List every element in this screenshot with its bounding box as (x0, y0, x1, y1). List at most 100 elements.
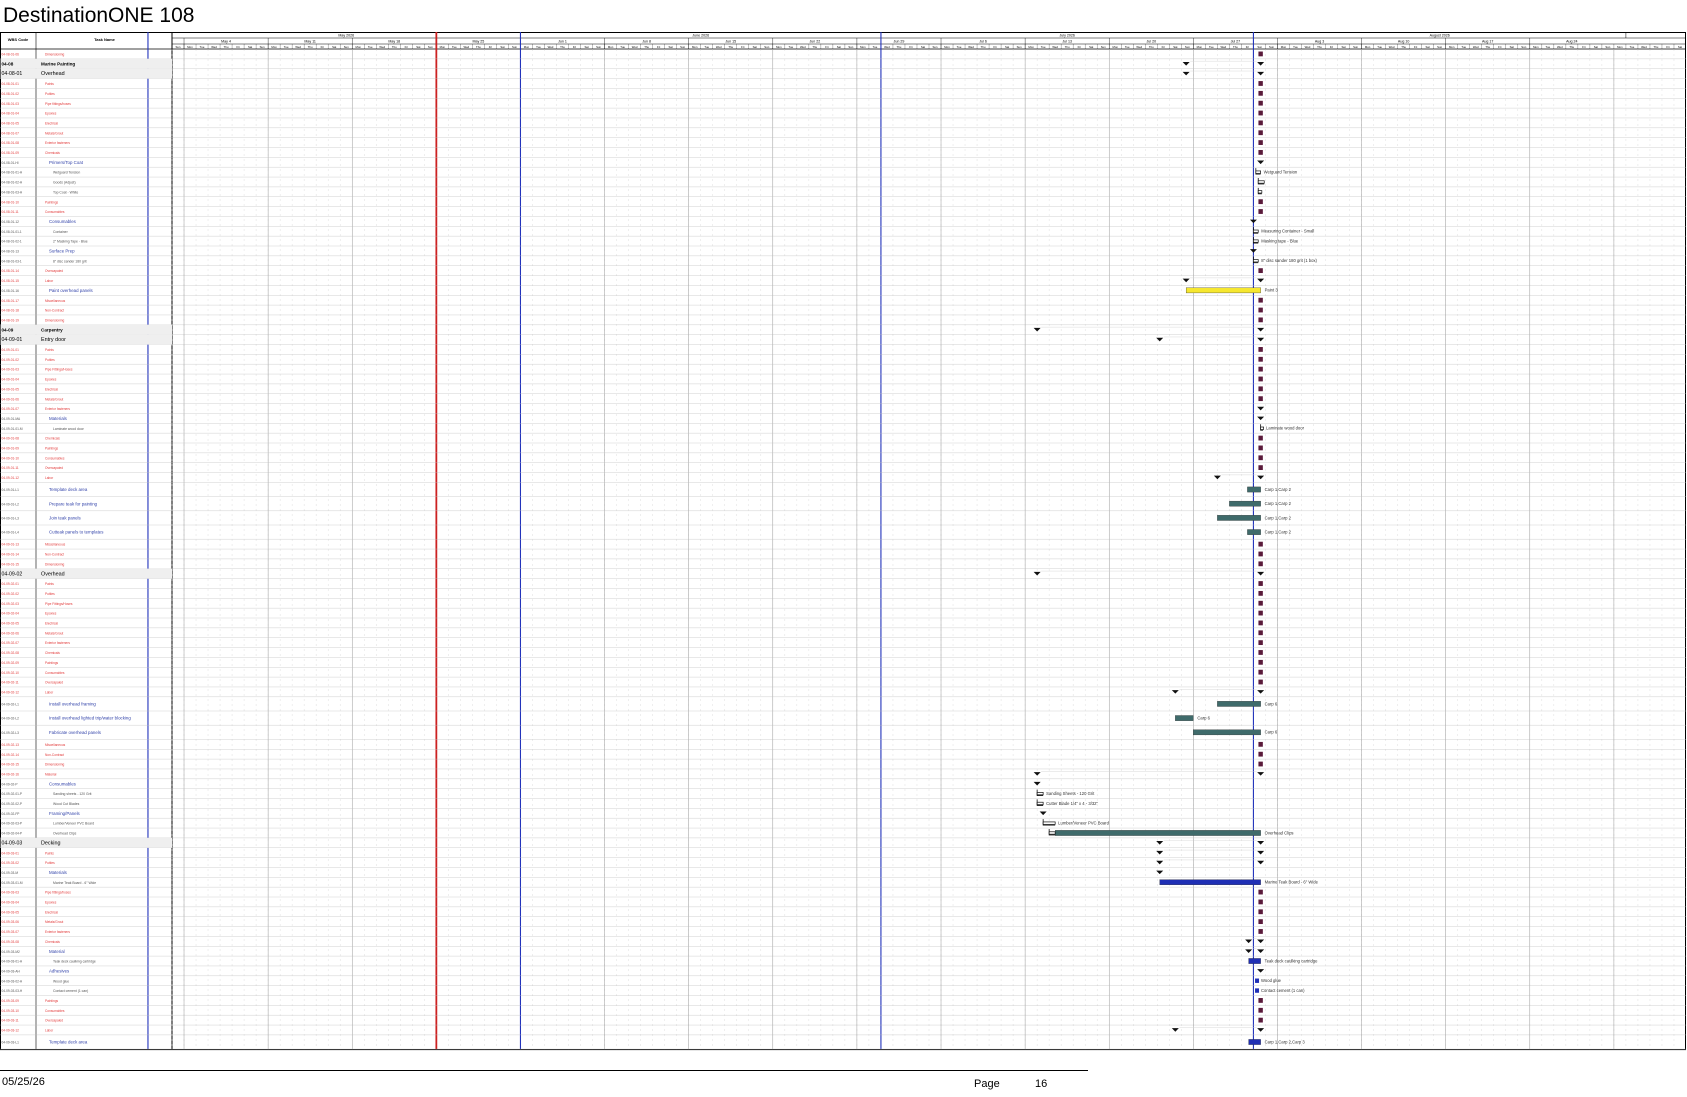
row-wbs-code: 04-09-03-03 (2, 891, 20, 895)
milestone-marker (1258, 929, 1263, 934)
day-label: Fri (657, 45, 661, 49)
row-task-name: Overcapaied (45, 1019, 63, 1023)
row-wbs-code: 04-09-02-L3 (2, 731, 20, 735)
day-label: Mon (1533, 45, 1539, 49)
row-wbs-code: 04-09-01-01 (2, 348, 20, 352)
row-wbs-code: 04-09-01-04 (2, 378, 20, 382)
row-task-name: Overcapaied (45, 681, 63, 685)
row-wbs-code: 04-09-01-13 (2, 543, 20, 547)
document-title: DestinationONE 108 (3, 4, 195, 27)
row-wbs-code: 04-09-03-AH (2, 969, 21, 973)
milestone-marker (1258, 1017, 1263, 1023)
day-label: Sat (1510, 45, 1514, 49)
day-label: Sat (1257, 45, 1261, 49)
row-task-name: Consumables (49, 781, 77, 786)
week-label-4: Jun 1 (558, 40, 567, 44)
row-task-name: Dimensioning (45, 318, 65, 322)
row-wbs-code: 04-09-03-08 (2, 940, 20, 944)
task-bar (1248, 1039, 1261, 1045)
day-label: Wed (1052, 45, 1058, 49)
milestone-marker (1258, 455, 1263, 461)
row-wbs-code: 04-09-02 (2, 571, 23, 577)
row-task-name: Paintings (45, 661, 59, 665)
row-wbs-code: 04-09-03-M2 (2, 950, 20, 954)
milestone-marker (1258, 376, 1263, 382)
day-label: Wed (379, 45, 385, 49)
milestone-marker (1258, 679, 1263, 685)
summary-marker (1171, 1028, 1179, 1032)
milestone-marker (1258, 366, 1263, 372)
day-label: Mon (440, 45, 446, 49)
task-column-header: Task Name (94, 37, 116, 42)
day-label: Tue (1209, 45, 1214, 49)
day-label: Sat (416, 45, 420, 49)
row-wbs-code: 04-09-01-11 (2, 466, 19, 470)
day-label: Sun (1605, 45, 1610, 49)
row-wbs-code: 04-09-02-01-P (2, 792, 23, 796)
summary-marker (1249, 249, 1257, 253)
bar-resource-label: Lumber/Veneer PVC Board (1058, 821, 1109, 826)
task-bar (1247, 529, 1261, 535)
summary-marker (1257, 860, 1265, 865)
footer-divider (0, 1070, 1088, 1071)
week-label-14: Aug 10 (1398, 40, 1409, 44)
row-wbs-code: 04-08-01-14 (2, 269, 20, 273)
summary-marker (1171, 690, 1179, 694)
row-wbs-code: 04-09-01-01-M (2, 427, 23, 431)
bar-resource-label: Carp 6 (1265, 701, 1278, 706)
day-label: Thu (1233, 45, 1238, 49)
row-wbs-code: 04-09-02-07 (2, 641, 20, 645)
week-label-2: May 18 (388, 40, 400, 44)
milestone-marker (1258, 435, 1263, 441)
day-label: Tue (536, 45, 541, 49)
day-label: Thu (1149, 45, 1154, 49)
row-task-name: Goods (Adjust) (53, 181, 76, 185)
row-wbs-code: 04-09-03-03-H (2, 989, 23, 993)
row-task-name: Join teak panels (49, 516, 82, 521)
milestone-marker (1258, 51, 1263, 57)
row-wbs-code: 04-09-02-16 (2, 772, 20, 776)
milestone-marker (1258, 110, 1263, 116)
milestone-marker (1258, 909, 1263, 915)
row-task-name: Adhesives (49, 968, 70, 973)
day-label: Fri (1078, 45, 1082, 49)
bar-resource-label: Overhead Clips (1265, 830, 1294, 835)
row-wbs-code: 04-08-01-03 (2, 102, 20, 106)
day-label: Thu (1401, 45, 1406, 49)
row-task-name: Template deck area (49, 487, 88, 492)
week-label-1: May 11 (304, 40, 316, 44)
row-wbs-code: 04-09-02-15 (2, 763, 20, 767)
row-wbs-code: 04-09-03-01-H (2, 960, 23, 964)
row-task-name: Wood glue (53, 979, 69, 983)
row-task-name: Exterior fasteners (45, 407, 70, 411)
summary-marker (1257, 841, 1265, 845)
day-label: Wed (1221, 45, 1227, 49)
row-task-name: 2" Masking Tape - Blue (53, 240, 88, 244)
summary-marker (1257, 337, 1265, 342)
milestone-marker (1258, 150, 1263, 155)
milestone-marker (1258, 741, 1263, 747)
day-label: Wed (1473, 45, 1479, 49)
summary-marker (1257, 969, 1265, 973)
day-label: Wed (548, 45, 554, 49)
day-label: Tue (788, 45, 793, 49)
day-label: Sun (344, 45, 349, 49)
bar-resource-label: Sanding Sheets - 120 Grit (1046, 791, 1095, 796)
row-task-name: Sanding sheets - 120 Grit (53, 792, 92, 796)
row-wbs-code: 04-09-02-10 (2, 671, 20, 675)
day-label: Wed (1136, 45, 1142, 49)
day-label: Sat (1341, 45, 1345, 49)
day-label: Thu (392, 45, 397, 49)
row-task-name: Materials (49, 870, 68, 875)
week-label-8: Jun 29 (894, 40, 905, 44)
row-wbs-code: 04-09-02-FP (2, 812, 20, 816)
milestone-marker (1258, 889, 1263, 895)
row-wbs-code: 04-08-01-02-H (2, 181, 23, 185)
day-label: Tue (200, 45, 205, 49)
day-label: Tue (1125, 45, 1130, 49)
day-label: Sun (680, 45, 685, 49)
row-task-name: Epoxies (45, 112, 57, 116)
day-label: Mon (944, 45, 950, 49)
row-task-name: Dimensioning (45, 562, 65, 566)
row-wbs-code: 04-08 (2, 61, 14, 66)
